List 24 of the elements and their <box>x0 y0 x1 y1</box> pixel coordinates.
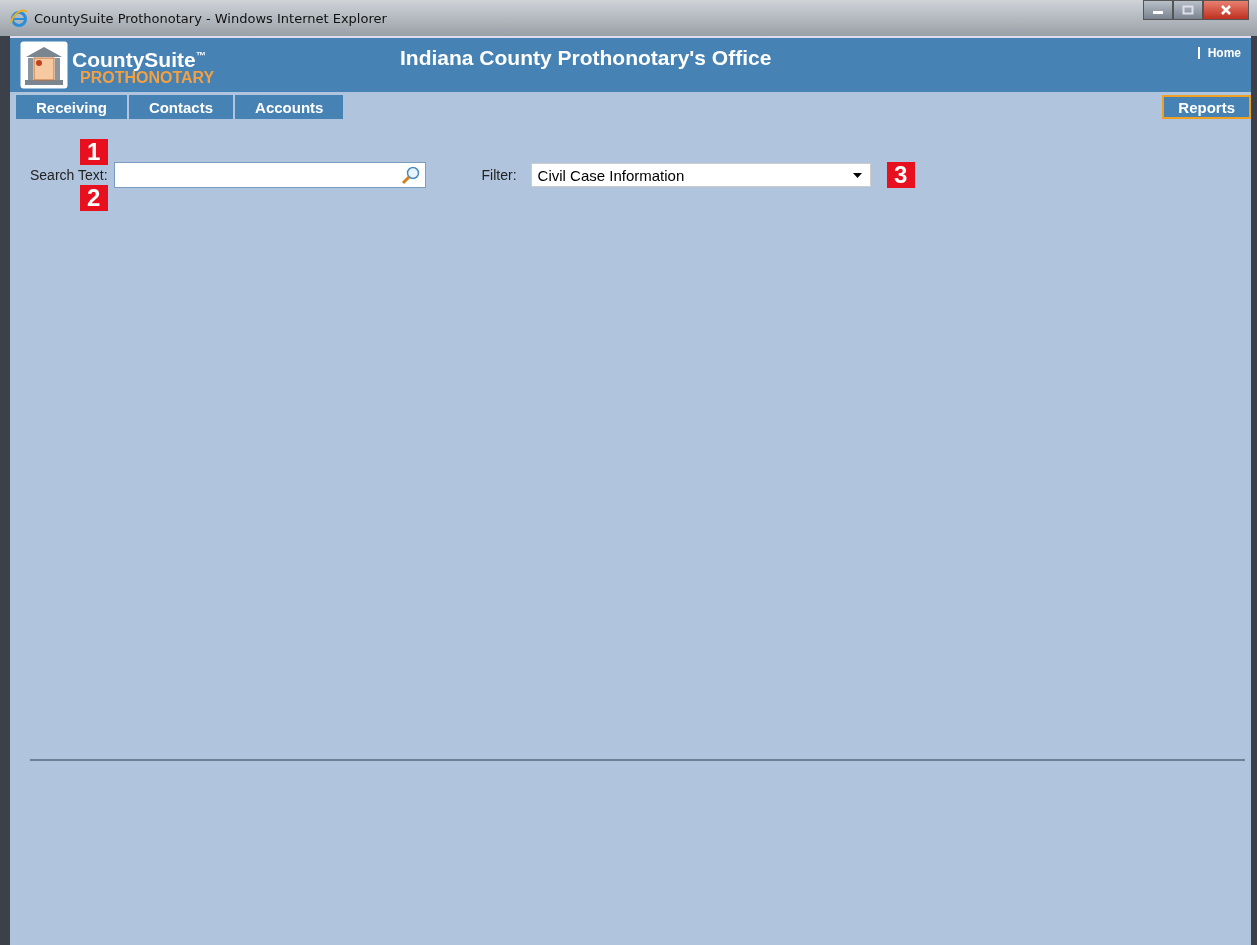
close-button[interactable] <box>1203 0 1249 20</box>
minimize-button[interactable] <box>1143 0 1173 20</box>
caret-icon <box>852 172 862 178</box>
nav-tab[interactable]: Reports <box>1162 95 1251 119</box>
window-title: CountySuite Prothonotary - Windows Internet Explorer <box>34 10 387 26</box>
search-field[interactable] <box>113 162 426 188</box>
nav-tab[interactable]: Accounts <box>235 95 344 119</box>
callout-badge: 2 <box>79 185 108 211</box>
filter-label: Filter: <box>481 167 517 183</box>
courthouse-scroll-icon <box>20 41 68 89</box>
search-icon <box>400 165 421 185</box>
filter-dropdown[interactable]: Civil Case Information <box>530 163 871 187</box>
logo-name: CountySuite$^{™}$ <box>72 46 207 70</box>
callout-badge: 1 <box>79 139 108 165</box>
nav-tab[interactable]: Contacts <box>128 95 234 119</box>
search-label: Search Text: <box>30 167 108 183</box>
maximize-button[interactable] <box>1173 0 1203 20</box>
home-link[interactable]: Home <box>1207 46 1241 60</box>
maximize-icon <box>1182 5 1194 15</box>
nav-tab[interactable]: Receiving <box>16 95 127 119</box>
callout-badge: 3 <box>886 162 915 188</box>
page-title: Indiana County Prothonotary's Office <box>400 46 772 70</box>
close-icon <box>1220 5 1232 15</box>
browser-e-icon <box>10 9 28 27</box>
